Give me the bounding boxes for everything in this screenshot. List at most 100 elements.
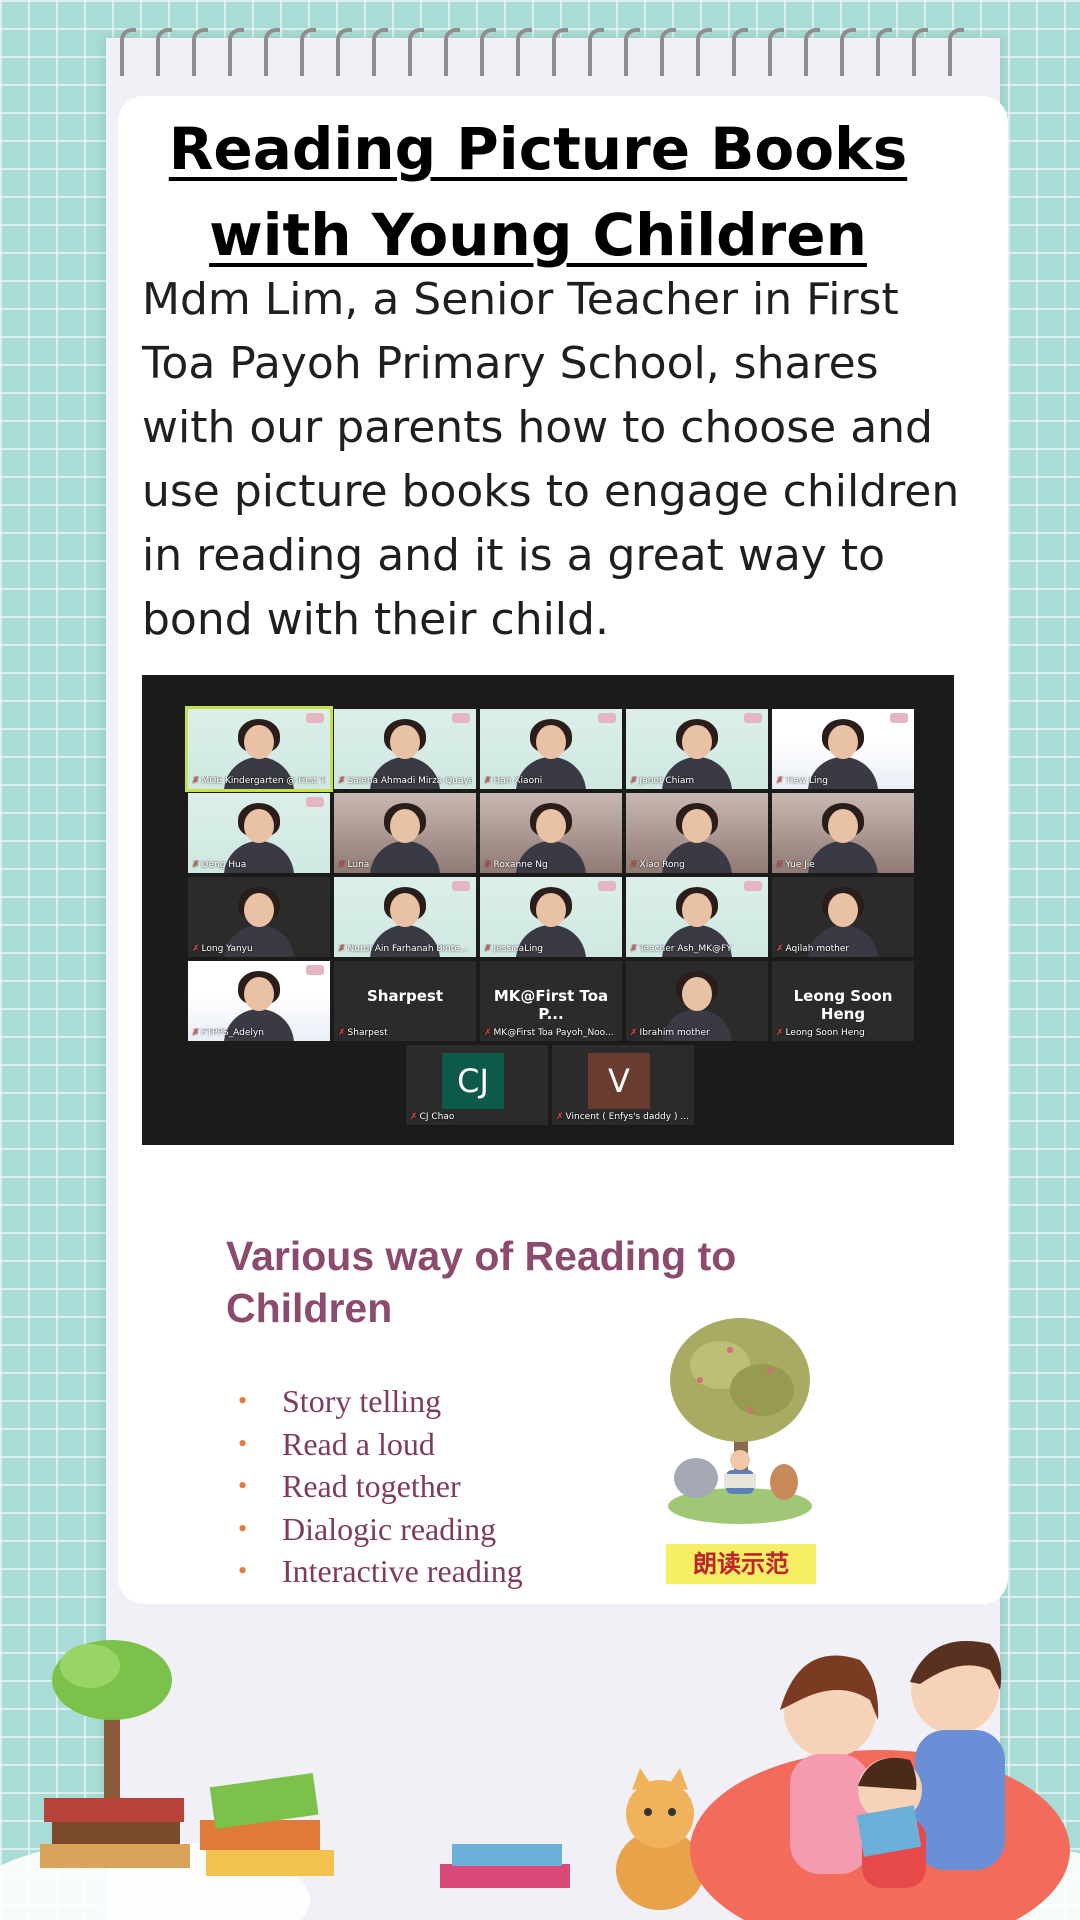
- participant-name: ✗ Aqilah mother: [776, 944, 850, 954]
- muted-mic-icon: ✗: [338, 944, 346, 954]
- tree-on-books-icon: [40, 1640, 190, 1868]
- participant-name: ✗ Roxanne Ng: [484, 860, 548, 870]
- participant-face: [828, 809, 858, 843]
- participant-face: [244, 893, 274, 927]
- participant-name: ✗ Ibrahim mother: [630, 1028, 710, 1038]
- participant-face: [536, 725, 566, 759]
- muted-mic-icon: ✗: [556, 1112, 564, 1122]
- school-logo-icon: [744, 713, 762, 723]
- participant-name: ✗ MOE Kindergarten @ First T...: [192, 776, 326, 786]
- list-item: • Story telling: [238, 1380, 523, 1423]
- school-logo-icon: [890, 713, 908, 723]
- muted-mic-icon: ✗: [630, 776, 638, 786]
- spiral-ring: [516, 28, 532, 76]
- participant-tile: ✗ Deng Hua: [188, 793, 330, 873]
- books-stack-icon: [440, 1844, 570, 1888]
- participant-tile: ✗ Yue Jie: [772, 793, 914, 873]
- muted-mic-icon: ✗: [192, 860, 200, 870]
- muted-mic-icon: ✗: [338, 1028, 346, 1038]
- participant-tile: ✗ MOE Kindergarten @ First T...: [185, 706, 333, 792]
- participant-name: ✗ Deng Hua: [192, 860, 247, 870]
- muted-mic-icon: ✗: [776, 776, 784, 786]
- spiral-ring: [156, 28, 172, 76]
- muted-mic-icon: ✗: [484, 776, 492, 786]
- participant-name: ✗ Yue Jie: [776, 860, 815, 870]
- muted-mic-icon: ✗: [192, 776, 200, 786]
- participant-tile: ✗ Luna: [334, 793, 476, 873]
- muted-mic-icon: ✗: [484, 944, 492, 954]
- participant-tile: ✗ Aqilah mother: [772, 877, 914, 957]
- spiral-ring: [192, 28, 208, 76]
- participant-tile: ✗ FTPPS_Adelyn: [188, 961, 330, 1041]
- cat-icon: [616, 1768, 704, 1910]
- spiral-ring: [732, 28, 748, 76]
- participant-name: ✗ Janet Chiam: [630, 776, 695, 786]
- participant-name: ✗ CJ Chao: [410, 1112, 455, 1122]
- spiral-ring: [768, 28, 784, 76]
- participant-tile: Leong Soon Heng ✗ Leong Soon Heng: [772, 961, 914, 1041]
- participant-name: ✗ Xiao Rong: [630, 860, 685, 870]
- page-title: Reading Picture Books with Young Childre…: [168, 115, 908, 269]
- list-item: • Interactive reading: [238, 1550, 523, 1593]
- list-item: • Read together: [238, 1465, 523, 1508]
- participant-display-name: Leong Soon Heng: [793, 987, 893, 1023]
- presentation-slide: Various way of Reading to Children • Stor…: [142, 1188, 944, 1600]
- school-logo-icon: [306, 965, 324, 975]
- participant-face: [390, 893, 420, 927]
- study-book-icon: [200, 1772, 334, 1876]
- bullet-icon: •: [238, 1513, 248, 1543]
- bullet-icon: •: [238, 1471, 248, 1500]
- spiral-ring: [408, 28, 424, 76]
- participant-name: ✗ Tiew Ling: [776, 776, 828, 786]
- muted-mic-icon: ✗: [630, 1028, 638, 1038]
- participant-name: ✗ Han Xiaoni: [484, 776, 543, 786]
- description-text: Mdm Lim, a Senior Teacher in First Toa P…: [142, 274, 960, 645]
- participant-initial-avatar: V: [588, 1053, 650, 1109]
- muted-mic-icon: ✗: [630, 944, 638, 954]
- participant-tile: ✗ Ibrahim mother: [626, 961, 768, 1041]
- muted-mic-icon: ✗: [776, 860, 784, 870]
- participant-name: ✗ Leong Soon Heng: [776, 1028, 865, 1038]
- participant-face: [536, 893, 566, 927]
- spiral-ring: [372, 28, 388, 76]
- participant-tile: ✗ Teacher Ash_MK@FY: [626, 877, 768, 957]
- muted-mic-icon: ✗: [630, 860, 638, 870]
- muted-mic-icon: ✗: [484, 1028, 492, 1038]
- participant-name: ✗ Saleha Ahmadi Mirza Quaya...: [338, 776, 472, 786]
- participant-tile: CJ ✗ CJ Chao: [406, 1045, 548, 1125]
- spiral-ring: [480, 28, 496, 76]
- school-logo-icon: [452, 881, 470, 891]
- participant-name: ✗ Vincent ( Enfys's daddy ) ...: [556, 1112, 689, 1122]
- participant-name: ✗ Sharpest: [338, 1028, 388, 1038]
- spiral-ring: [552, 28, 568, 76]
- participant-display-name: Sharpest: [366, 987, 443, 1005]
- muted-mic-icon: ✗: [192, 944, 200, 954]
- participant-face: [682, 809, 712, 843]
- participant-face: [390, 725, 420, 759]
- participant-tile: ✗ Xiao Rong: [626, 793, 768, 873]
- muted-mic-icon: ✗: [410, 1112, 418, 1122]
- spiral-ring: [228, 28, 244, 76]
- participant-name: ✗ MK@First Toa Payoh_Noo...: [484, 1028, 614, 1038]
- school-logo-icon: [744, 881, 762, 891]
- bullet-icon: •: [238, 1386, 248, 1415]
- participant-tile: ✗ JessicaLing: [480, 877, 622, 957]
- participant-tile: ✗ Nurul Ain Farhanah Binte...: [334, 877, 476, 957]
- spiral-ring: [948, 28, 964, 76]
- list-item: • Dialogic reading: [238, 1508, 523, 1551]
- participant-name: ✗ JessicaLing: [484, 944, 544, 954]
- participant-tile: ✗ Saleha Ahmadi Mirza Quaya...: [334, 709, 476, 789]
- participant-tile: MK@First Toa P... ✗ MK@First Toa Payoh_Noo…: [480, 961, 622, 1041]
- school-logo-icon: [452, 713, 470, 723]
- muted-mic-icon: ✗: [776, 1028, 784, 1038]
- participant-tile: ✗ Long Yanyu: [188, 877, 330, 957]
- participant-tile: V ✗ Vincent ( Enfys's daddy ) ...: [552, 1045, 694, 1125]
- spiral-ring: [336, 28, 352, 76]
- participant-tile: ✗ Janet Chiam: [626, 709, 768, 789]
- participant-face: [536, 809, 566, 843]
- participant-tile: ✗ Roxanne Ng: [480, 793, 622, 873]
- participant-display-name: MK@First Toa P...: [493, 987, 609, 1023]
- participant-name: ✗ FTPPS_Adelyn: [192, 1028, 264, 1038]
- participant-name: ✗ Teacher Ash_MK@FY: [630, 944, 732, 954]
- bottom-illustration: [0, 1640, 1080, 1920]
